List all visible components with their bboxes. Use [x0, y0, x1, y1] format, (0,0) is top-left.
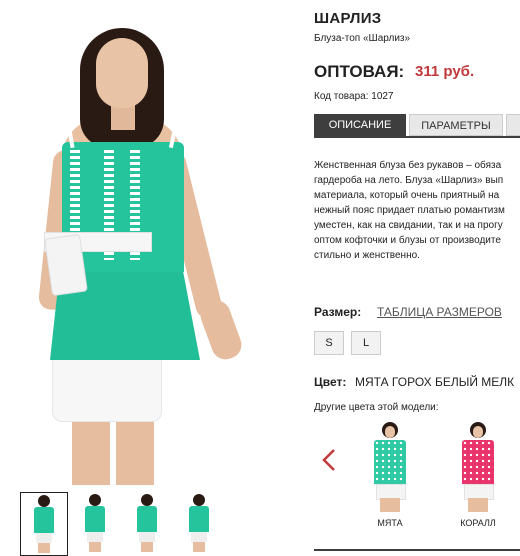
description-line: оптом кофточки и блузы от производите	[314, 235, 501, 246]
color-variant-label[interactable]: МЯТА	[360, 518, 420, 528]
chevron-left-icon[interactable]	[322, 448, 336, 472]
thumbnail-4[interactable]	[176, 492, 222, 554]
color-variant-mint[interactable]	[360, 420, 420, 512]
description-line: нежный пояс придает платью романтизм	[314, 205, 505, 216]
model-right-leg	[116, 418, 154, 485]
tab-parameters[interactable]: ПАРАМЕТРЫ	[409, 114, 503, 136]
description-line: стильно и женственно.	[314, 250, 420, 261]
model-right-hand	[196, 296, 246, 364]
description-line: гардероба на лето. Блуза «Шарлиз» вып	[314, 175, 504, 186]
product-description: Женственная блуза без рукавов – обяза га…	[314, 158, 520, 263]
size-label: Размер:	[314, 305, 362, 319]
color-value: МЯТА ГОРОХ БЕЛЫЙ МЕЛК	[355, 375, 515, 389]
variant-image	[360, 420, 420, 512]
description-line: уместен, как на свидании, так и на прогу	[314, 220, 503, 231]
price-value: 311 руб.	[415, 63, 475, 80]
section-divider	[314, 549, 520, 551]
color-variant-label[interactable]: КОРАЛЛ	[448, 518, 508, 528]
description-line: Женственная блуза без рукавов – обяза	[314, 160, 502, 171]
model-left-leg	[72, 418, 110, 485]
product-title: ШАРЛИЗ	[314, 10, 382, 27]
color-label: Цвет:	[314, 375, 347, 389]
tab-underline	[314, 136, 520, 138]
other-colors-label: Другие цвета этой модели:	[314, 402, 439, 413]
product-code: Код товара: 1027	[314, 91, 394, 102]
product-subtitle: Блуза-топ «Шарлиз»	[314, 33, 411, 44]
size-option-s[interactable]: S	[314, 331, 344, 355]
product-main-image[interactable]	[0, 0, 305, 485]
thumbnail-3[interactable]	[124, 492, 170, 554]
color-variant-coral[interactable]	[448, 420, 508, 512]
thumbnail-2[interactable]	[72, 492, 118, 554]
tab-description[interactable]: ОПИСАНИЕ	[314, 114, 406, 136]
variant-image	[448, 420, 508, 512]
size-option-l[interactable]: L	[351, 331, 381, 355]
white-shorts	[52, 356, 162, 422]
description-line: материала, который очень приятный на	[314, 190, 500, 201]
model-face	[96, 38, 148, 108]
tab-more[interactable]	[506, 114, 520, 136]
size-table-link[interactable]: ТАБЛИЦА РАЗМЕРОВ	[377, 305, 502, 319]
price-label: ОПТОВАЯ:	[314, 62, 405, 81]
thumbnail-1[interactable]	[20, 492, 68, 556]
